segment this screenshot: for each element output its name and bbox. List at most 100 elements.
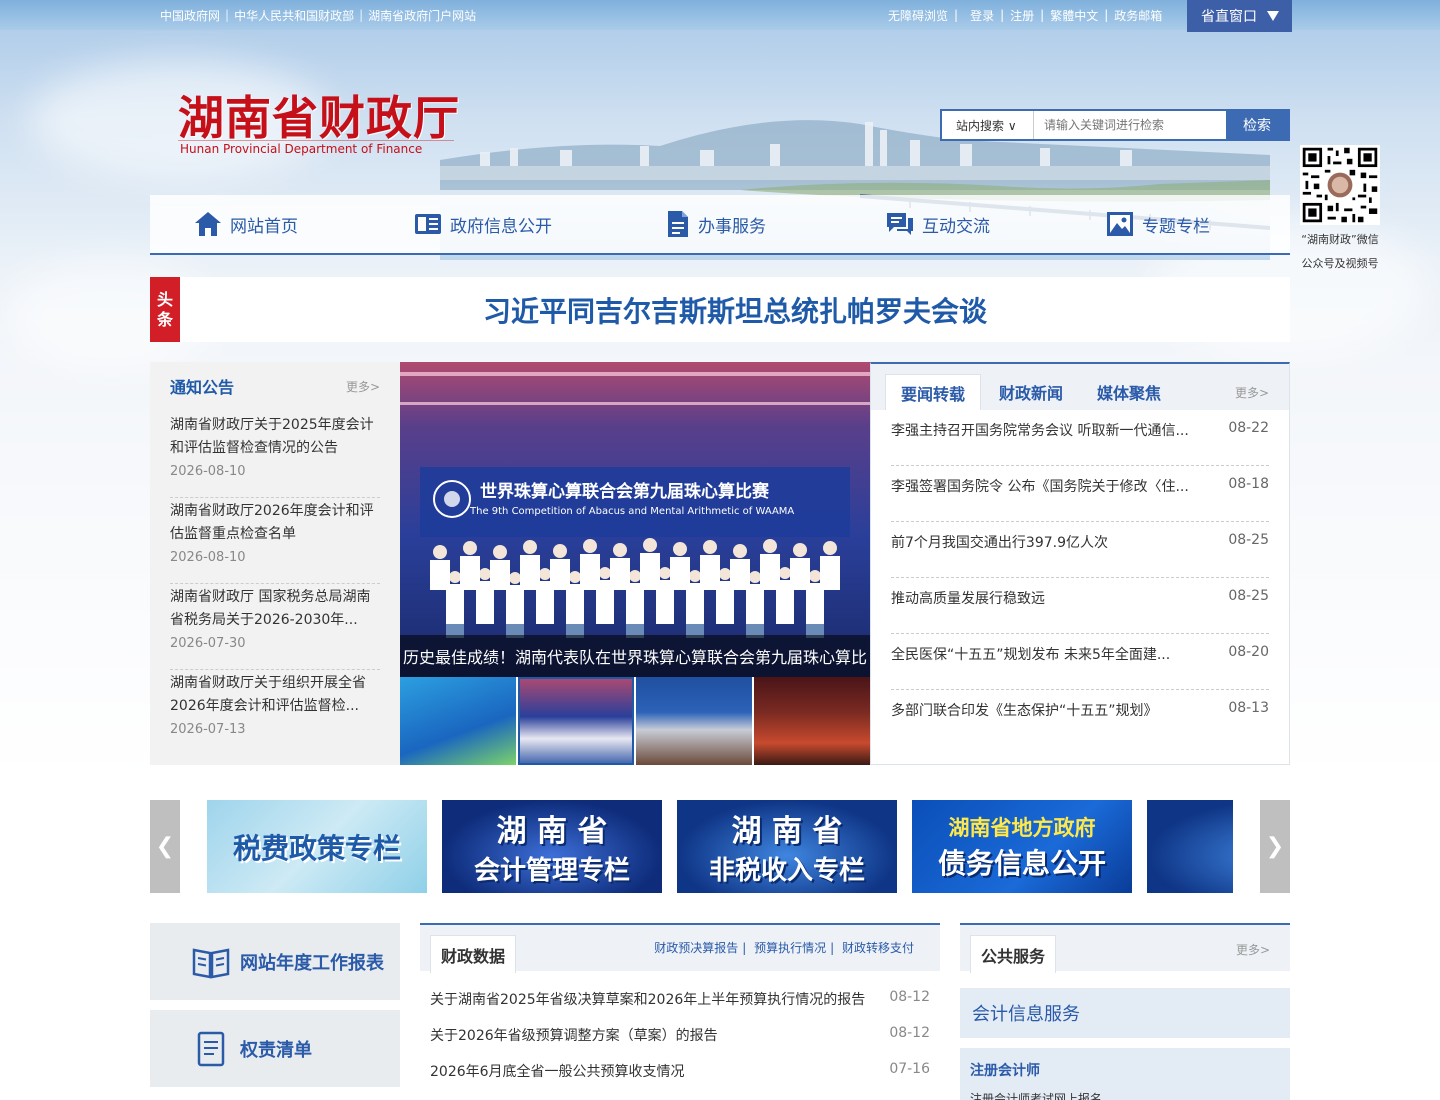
banner-next-button[interactable]: ❯ — [1260, 800, 1290, 893]
headline-title[interactable]: 习近平同吉尔吉斯斯坦总统扎帕罗夫会谈 — [180, 277, 1290, 342]
separator: | — [1104, 8, 1109, 22]
list-item[interactable]: 湖南省财政厅关于2025年度会计和评估监督检查情况的公告 2026-08-10 — [170, 412, 380, 498]
service-more-link[interactable]: 更多> — [1236, 941, 1270, 958]
link-budget-execution[interactable]: 预算执行情况 — [752, 941, 828, 955]
list-item[interactable]: 李强主持召开国务院常务会议 听取新一代通信... 08-22 — [891, 410, 1269, 466]
news-tabs: 要闻转载 财政新闻 媒体聚焦 更多> — [871, 364, 1289, 410]
banner-tax-policy[interactable]: 税费政策专栏 — [207, 800, 427, 893]
nav-interaction[interactable]: 互动交流 — [886, 195, 990, 253]
separator: | — [1000, 8, 1005, 22]
link-hunan-gov[interactable]: 湖南省政府门户网站 — [363, 7, 481, 24]
gov-mail-link[interactable]: 政务邮箱 — [1110, 7, 1166, 24]
headline-bar: 头 条 习近平同吉尔吉斯斯坦总统扎帕罗夫会谈 — [150, 277, 1290, 342]
notice-item-title: 湖南省财政厅关于组织开展全省2026年度会计和评估监督检... — [170, 675, 366, 714]
list-item[interactable]: 湖南省财政厅2026年度会计和评估监督重点检查名单 2026-08-10 — [170, 498, 380, 584]
news-more-link[interactable]: 更多> — [1235, 384, 1269, 401]
picture-icon — [1107, 212, 1133, 236]
notice-panel: 通知公告 更多> 湖南省财政厅关于2025年度会计和评估监督检查情况的公告 20… — [150, 362, 400, 765]
notice-more-link[interactable]: 更多> — [346, 378, 380, 395]
list-item[interactable]: 全民医保“十五五”规划发布 未来5年全面建... 08-20 — [891, 634, 1269, 690]
book-icon — [415, 214, 441, 234]
public-service-panel: 公共服务 更多> 会计信息服务 注册会计师 注册会计师考试网上报名 — [960, 923, 1290, 1100]
news-list: 李强主持召开国务院常务会议 听取新一代通信... 08-22 李强签署国务院令 公… — [891, 410, 1269, 746]
document-icon — [668, 211, 688, 237]
nav-services[interactable]: 办事服务 — [666, 195, 766, 253]
list-item[interactable]: 湖南省财政厅关于组织开展全省2026年度会计和评估监督检... 2026-07-… — [170, 670, 380, 756]
list-item[interactable]: 多部门联合印发《生态保护“十五五”规划》 08-13 — [891, 690, 1269, 746]
power-list-link[interactable]: 权责清单 — [150, 1010, 400, 1087]
carousel-thumbnail[interactable] — [754, 677, 870, 765]
link-budget-report[interactable]: 财政预决算报告 — [652, 941, 740, 955]
service-tabs: 公共服务 更多> — [960, 925, 1290, 973]
nav-special-topics-label: 专题专栏 — [1142, 216, 1210, 237]
notice-title: 通知公告 — [170, 378, 235, 397]
carousel-thumbnail[interactable] — [636, 677, 752, 765]
accounting-info-service-link[interactable]: 会计信息服务 — [960, 988, 1290, 1038]
separator: | — [830, 941, 835, 955]
tab-public-service[interactable]: 公共服务 — [970, 935, 1056, 973]
list-item[interactable]: 李强签署国务院令 公布《国务院关于修改〈住... 08-18 — [891, 466, 1269, 522]
nav-home-label: 网站首页 — [230, 216, 298, 237]
power-list-label: 权责清单 — [240, 1039, 312, 1061]
search-input[interactable] — [1034, 111, 1226, 139]
carousel-main-photo[interactable]: 世界珠算心算联合会第九届珠心算比赛 The 9th Competition of… — [400, 362, 870, 677]
link-gov-cn[interactable]: 中国政府网 — [155, 7, 225, 24]
qr-caption-line1: “湖南财政”微信 — [1301, 233, 1379, 246]
headline-tag: 头 条 — [150, 277, 180, 342]
banner-partial[interactable]: 湖 财政 — [1147, 800, 1233, 893]
banner-debt-info[interactable]: 湖南省地方政府 债务信息公开 — [912, 800, 1132, 893]
tab-fiscal-data[interactable]: 财政数据 — [430, 935, 516, 973]
fiscal-item-title: 关于湖南省2025年省级决算草案和2026年上半年预算执行情况的报告 — [430, 992, 866, 1008]
news-item-title: 全民医保“十五五”规划发布 未来5年全面建... — [891, 647, 1171, 663]
news-item-date: 08-25 — [1228, 532, 1269, 548]
fiscal-item-date: 08-12 — [889, 1025, 930, 1041]
nav-home[interactable]: 网站首页 — [194, 195, 298, 253]
cpa-heading[interactable]: 注册会计师 — [970, 1060, 1290, 1080]
list-item[interactable]: 关于湖南省2025年省级决算草案和2026年上半年预算执行情况的报告 08-12 — [430, 989, 930, 1025]
site-logo-chinese[interactable]: 湖南省财政厅 — [178, 82, 460, 148]
banner-prev-button[interactable]: ❮ — [150, 800, 180, 893]
tab-important-news[interactable]: 要闻转载 — [885, 374, 981, 410]
notice-item-title: 湖南省财政厅2026年度会计和评估监督重点检查名单 — [170, 503, 374, 542]
fiscal-data-panel: 财政数据 财政预决算报告 | 预算执行情况 | 财政转移支付 关于湖南省2025年省… — [420, 923, 940, 1100]
banner-non-tax[interactable]: 湖 南 省 非税收入专栏 — [677, 800, 897, 893]
search-bar: 站内搜索 ∨ 检索 — [940, 109, 1290, 141]
list-item[interactable]: 湖南省财政厅 国家税务总局湖南省税务局关于2026-2030年... 2026-… — [170, 584, 380, 670]
carousel-thumbnail[interactable] — [400, 677, 516, 765]
cpa-exam-link[interactable]: 注册会计师考试网上报名 — [970, 1090, 1290, 1100]
register-link[interactable]: 注册 — [1006, 7, 1038, 24]
list-item[interactable]: 推动高质量发展行稳致远 08-25 — [891, 578, 1269, 634]
news-item-title: 李强主持召开国务院常务会议 听取新一代通信... — [891, 423, 1189, 439]
nav-gov-info-label: 政府信息公开 — [450, 216, 552, 237]
notice-item-date: 2026-07-30 — [170, 636, 246, 651]
fiscal-sub-links: 财政预决算报告 | 预算执行情况 | 财政转移支付 — [652, 939, 916, 956]
carousel-caption[interactable]: 历史最佳成绩！湖南代表队在世界珠算心算联合会第九届珠心算比 — [400, 635, 870, 677]
list-item[interactable]: 2026年6月底全省一般公共预算收支情况 07-16 — [430, 1061, 930, 1097]
list-item[interactable]: 关于2026年省级预算调整方案（草案）的报告 08-12 — [430, 1025, 930, 1061]
banner-strip: 税费政策专栏 湖 南 省 会计管理专栏 湖 南 省 非税收入专栏 湖南省地方政府… — [207, 800, 1233, 893]
province-window-dropdown[interactable]: 省直窗口 — [1187, 0, 1292, 32]
separator: | — [742, 941, 747, 955]
nav-special-topics[interactable]: 专题专栏 — [1106, 195, 1210, 253]
wechat-qr-code — [1300, 145, 1380, 225]
search-scope-select[interactable]: 站内搜索 ∨ — [942, 111, 1034, 139]
work-report-link[interactable]: 网站年度工作报表 — [150, 923, 400, 1000]
login-link[interactable]: 登录 — [966, 7, 998, 24]
accessibility-link[interactable]: 无障碍浏览 — [884, 7, 952, 24]
cpa-section: 注册会计师 注册会计师考试网上报名 — [960, 1048, 1290, 1100]
tab-media-focus[interactable]: 媒体聚焦 — [1081, 374, 1177, 410]
tab-finance-news[interactable]: 财政新闻 — [983, 374, 1079, 410]
carousel-thumbnail[interactable] — [518, 677, 634, 765]
banner-accounting[interactable]: 湖 南 省 会计管理专栏 — [442, 800, 662, 893]
search-button[interactable]: 检索 — [1226, 111, 1288, 139]
traditional-chinese-link[interactable]: 繁體中文 — [1046, 7, 1102, 24]
photo-carousel: 世界珠算心算联合会第九届珠心算比赛 The 9th Competition of… — [400, 362, 870, 765]
list-item[interactable]: 前7个月我国交通出行397.9亿人次 08-25 — [891, 522, 1269, 578]
banner-debt-info-line1: 湖南省地方政府 — [948, 815, 1096, 840]
link-transfer-payment[interactable]: 财政转移支付 — [840, 941, 916, 955]
logo-divider — [178, 140, 454, 141]
open-book-icon — [192, 947, 230, 979]
link-mof[interactable]: 中华人民共和国财政部 — [229, 7, 359, 24]
notice-list: 湖南省财政厅关于2025年度会计和评估监督检查情况的公告 2026-08-10 … — [170, 412, 380, 756]
nav-gov-info[interactable]: 政府信息公开 — [414, 195, 552, 253]
